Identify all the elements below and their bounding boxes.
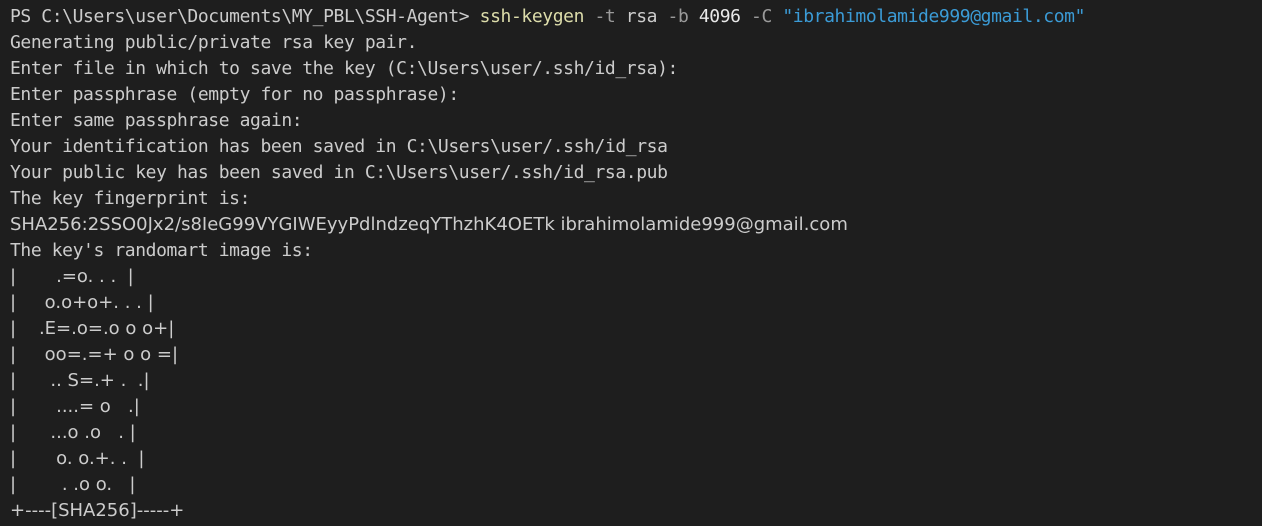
randomart-line: | ....= o .| [10, 396, 140, 417]
flag-comment: -C [740, 6, 772, 27]
output-line: Generating public/private rsa key pair. [10, 32, 418, 53]
output-line: Enter passphrase (empty for no passphras… [10, 84, 459, 105]
randomart-line: | o.o+o+. . . | [10, 292, 154, 313]
output-line: Enter file in which to save the key (C:\… [10, 58, 678, 79]
output-line: The key fingerprint is: [10, 188, 251, 209]
flag-type: -t [584, 6, 616, 27]
prompt-path: PS C:\Users\user\Documents\MY_PBL\SSH-Ag… [10, 6, 480, 27]
randomart-line: | oo=.=+ o o =| [10, 344, 179, 365]
command-name: ssh-keygen [479, 6, 585, 27]
output-line: Enter same passphrase again: [10, 110, 303, 131]
output-line: Your public key has been saved in C:\Use… [10, 162, 668, 183]
randomart-line: | o. o.+. . | [10, 448, 145, 469]
randomart-line: | ...o .o . | [10, 422, 136, 443]
value-type: rsa [615, 6, 658, 27]
randomart-line: | .. S=.+ . .| [10, 370, 150, 391]
output-line: The key's randomart image is: [10, 240, 313, 261]
value-comment: "ibrahimolamide999@gmail.com" [771, 6, 1086, 27]
fingerprint-line: SHA256:2SSO0Jx2/s8IeG99VYGIWEyyPdlndzeqY… [10, 214, 848, 235]
value-bits: 4096 [688, 6, 741, 27]
randomart-line: | .E=.o=.o o o+| [10, 318, 175, 339]
randomart-line: | . .o o. | [10, 474, 136, 495]
randomart-footer: +----[SHA256]-----+ [10, 500, 185, 521]
output-line: Your identification has been saved in C:… [10, 136, 668, 157]
flag-bits: -b [657, 6, 689, 27]
command-line: PS C:\Users\user\Documents\MY_PBL\SSH-Ag… [10, 4, 1262, 30]
randomart-line: | .=o. . . | [10, 266, 134, 287]
terminal-window[interactable]: PS C:\Users\user\Documents\MY_PBL\SSH-Ag… [0, 0, 1262, 526]
